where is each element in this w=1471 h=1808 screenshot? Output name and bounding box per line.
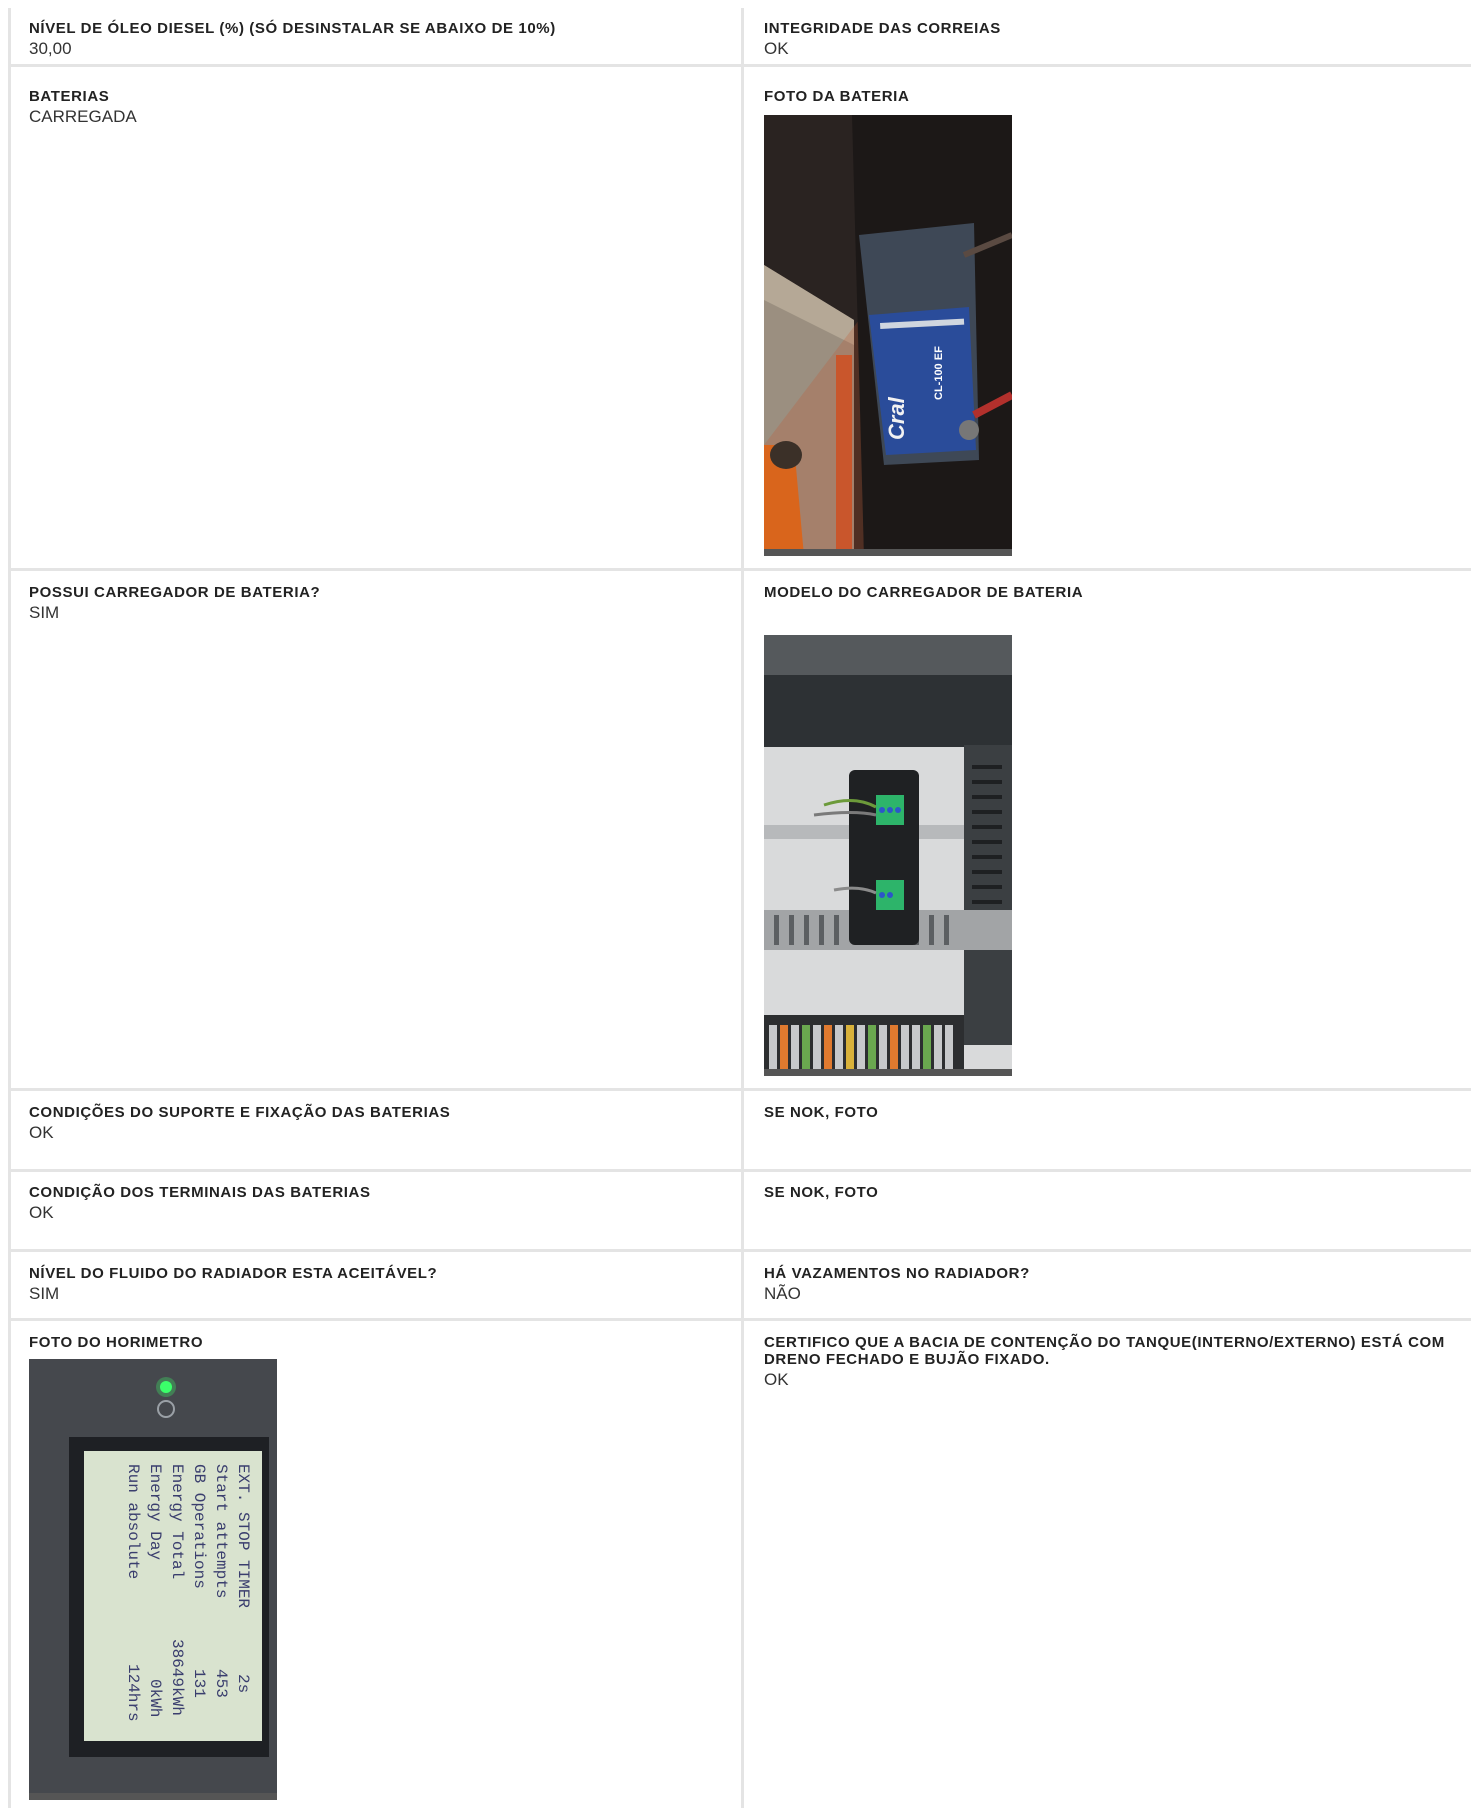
battery-brand-text: Cral — [884, 396, 909, 440]
row-divider — [11, 1249, 1471, 1252]
field-label: CONDIÇÕES DO SUPORTE E FIXAÇÃO DAS BATER… — [29, 1104, 451, 1121]
display-line-value: 453 — [212, 1669, 230, 1698]
display-line-name: Energy Day — [146, 1464, 164, 1560]
field-value: SIM — [29, 1284, 60, 1303]
field-label: INTEGRIDADE DAS CORREIAS — [764, 20, 1001, 37]
field-value: OK — [764, 1370, 789, 1389]
field-battery-photo: FOTO DA BATERIA — [764, 88, 1464, 105]
field-label: FOTO DA BATERIA — [764, 88, 910, 105]
display-line-value: 131 — [190, 1669, 208, 1698]
row-divider — [11, 1169, 1471, 1172]
row-divider — [11, 1088, 1471, 1091]
hour-meter-photo[interactable]: EXT. STOP TIMER 2s Start attempts 453 GB… — [29, 1359, 277, 1800]
field-radiator-leaks: HÁ VAZAMENTOS NO RADIADOR? NÃO — [764, 1265, 1464, 1304]
field-containment-basin: CERTIFICO QUE A BACIA DE CONTENÇÃO DO TA… — [764, 1334, 1454, 1390]
field-value: CARREGADA — [29, 107, 137, 126]
field-battery-support: CONDIÇÕES DO SUPORTE E FIXAÇÃO DAS BATER… — [29, 1104, 729, 1143]
field-label: NÍVEL DO FLUIDO DO RADIADOR ESTA ACEITÁV… — [29, 1265, 438, 1282]
field-has-charger: POSSUI CARREGADOR DE BATERIA? SIM — [29, 584, 729, 623]
row-divider — [11, 64, 1471, 67]
display-line-value: 38649kWh — [168, 1639, 186, 1716]
field-belts-integrity: INTEGRIDADE DAS CORREIAS OK — [764, 20, 1464, 59]
field-terminals-nok-photo: SE NOK, FOTO — [764, 1184, 1464, 1201]
display-line-name: Start attempts — [212, 1464, 230, 1598]
field-charger-model: MODELO DO CARREGADOR DE BATERIA — [764, 584, 1464, 601]
field-value: OK — [29, 1123, 54, 1142]
display-line-name: Run absolute — [124, 1464, 142, 1579]
row-divider — [11, 1318, 1471, 1321]
field-hour-meter-photo: FOTO DO HORIMETRO — [29, 1334, 729, 1351]
field-value: OK — [764, 39, 789, 58]
field-label: SE NOK, FOTO — [764, 1104, 879, 1121]
display-line-name: GB Operations — [190, 1464, 208, 1589]
field-label: BATERIAS — [29, 88, 110, 105]
field-label: CERTIFICO QUE A BACIA DE CONTENÇÃO DO TA… — [764, 1334, 1445, 1368]
battery-model-text: CL-100 EF — [933, 346, 945, 400]
field-label: FOTO DO HORIMETRO — [29, 1334, 204, 1351]
field-battery-terminals: CONDIÇÃO DOS TERMINAIS DAS BATERIAS OK — [29, 1184, 729, 1223]
field-radiator-fluid: NÍVEL DO FLUIDO DO RADIADOR ESTA ACEITÁV… — [29, 1265, 729, 1304]
display-line-value: 2s — [234, 1674, 252, 1693]
field-label: SE NOK, FOTO — [764, 1184, 879, 1201]
field-batteries: BATERIAS CARREGADA — [29, 88, 729, 127]
field-value: OK — [29, 1203, 54, 1222]
field-value: NÃO — [764, 1284, 801, 1303]
battery-charger-photo[interactable] — [764, 635, 1012, 1076]
field-label: NÍVEL DE ÓLEO DIESEL (%) (SÓ DESINSTALAR… — [29, 20, 556, 37]
display-line-value: 0kWh — [146, 1679, 164, 1717]
field-value: 30,00 — [29, 39, 72, 58]
column-divider — [741, 8, 744, 1808]
field-value: SIM — [29, 603, 60, 622]
field-label: POSSUI CARREGADOR DE BATERIA? — [29, 584, 321, 601]
display-line-name: Energy Total — [168, 1464, 186, 1579]
field-diesel-level: NÍVEL DE ÓLEO DIESEL (%) (SÓ DESINSTALAR… — [29, 20, 729, 59]
field-label: MODELO DO CARREGADOR DE BATERIA — [764, 584, 1084, 601]
field-support-nok-photo: SE NOK, FOTO — [764, 1104, 1464, 1121]
display-line-name: EXT. STOP TIMER — [234, 1464, 252, 1608]
battery-photo[interactable]: Cral CL-100 EF — [764, 115, 1012, 556]
row-divider — [11, 568, 1471, 571]
display-line-value: 124hrs — [124, 1664, 142, 1722]
field-label: HÁ VAZAMENTOS NO RADIADOR? — [764, 1265, 1030, 1282]
field-label: CONDIÇÃO DOS TERMINAIS DAS BATERIAS — [29, 1184, 371, 1201]
